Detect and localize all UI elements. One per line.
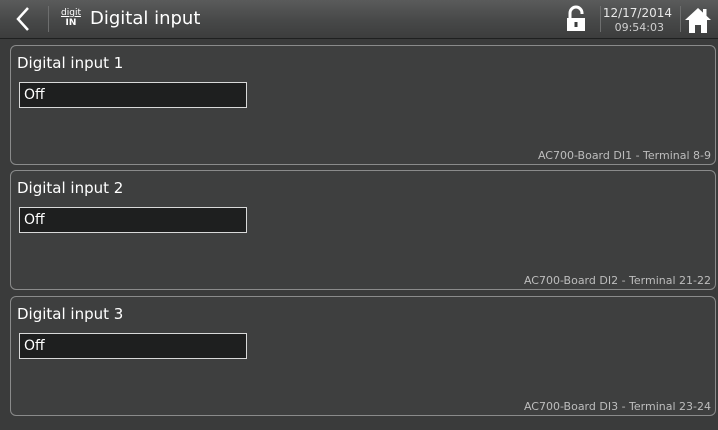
input-state-field: Off (19, 207, 247, 233)
time-text: 09:54:03 (614, 21, 664, 34)
input-state-value: Off (24, 87, 45, 103)
home-icon (685, 8, 711, 33)
input-state-value: Off (24, 212, 45, 228)
back-button[interactable] (8, 2, 44, 36)
separator (48, 6, 49, 32)
top-bar: digit IN Digital input 12/17/2014 09:54:… (0, 0, 718, 39)
input-state-value: Off (24, 338, 45, 354)
chevron-left-icon (16, 7, 29, 31)
panel-title: Digital input 1 (17, 54, 124, 72)
page-title: Digital input (90, 8, 201, 29)
input-state-field: Off (19, 333, 247, 359)
datetime-display: 12/17/2014 09:54:03 (602, 4, 678, 34)
home-button[interactable] (684, 6, 712, 34)
hardware-label: AC700-Board DI3 - Terminal 23-24 (523, 400, 711, 413)
unlocked-padlock-icon (567, 5, 585, 31)
lock-button[interactable] (564, 5, 588, 33)
digital-input-panel-3: Digital input 3 Off AC700-Board DI3 - Te… (10, 296, 716, 416)
date-text: 12/17/2014 (602, 6, 672, 20)
digital-input-panel-1: Digital input 1 Off AC700-Board DI1 - Te… (10, 45, 716, 165)
panel-title: Digital input 2 (17, 179, 124, 197)
input-state-field: Off (19, 82, 247, 108)
hardware-label: AC700-Board DI1 - Terminal 8-9 (537, 149, 711, 162)
separator (680, 6, 681, 32)
separator (600, 6, 601, 32)
hardware-label: AC700-Board DI2 - Terminal 21-22 (523, 274, 711, 287)
panel-title: Digital input 3 (17, 305, 124, 323)
digit-in-icon: digit IN (61, 8, 81, 28)
digital-input-panel-2: Digital input 2 Off AC700-Board DI2 - Te… (10, 170, 716, 290)
